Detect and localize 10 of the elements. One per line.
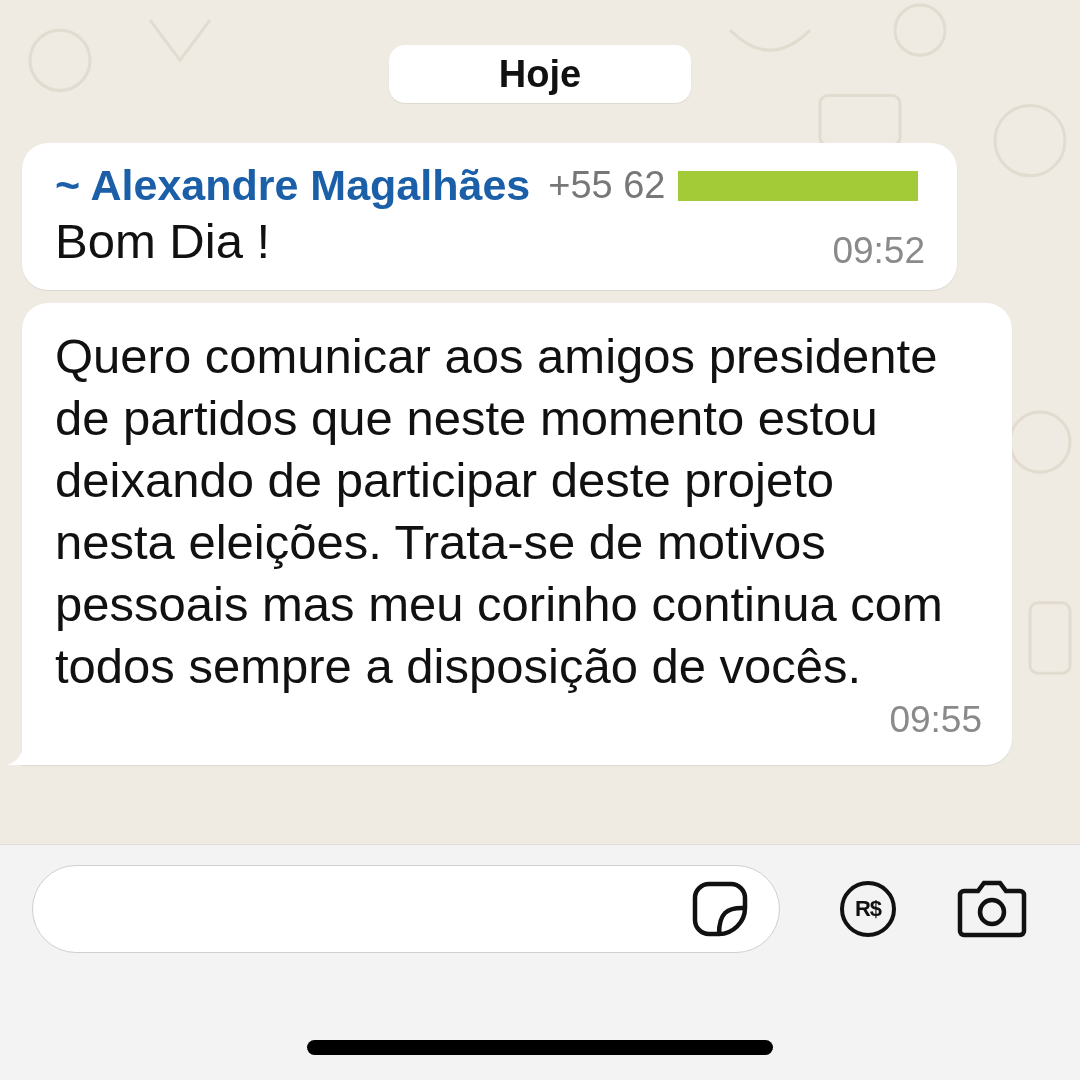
- payment-button[interactable]: R$: [840, 881, 896, 937]
- sticker-icon[interactable]: [691, 880, 749, 938]
- message-text: Bom Dia !: [55, 213, 271, 270]
- message-time: 09:52: [832, 230, 925, 272]
- phone-number: +55 62: [548, 164, 666, 207]
- message-time: 09:55: [889, 699, 982, 741]
- camera-icon[interactable]: [956, 879, 1028, 939]
- sender-name[interactable]: ~ Alexandre Magalhães: [55, 161, 531, 210]
- date-separator: Hoje: [389, 45, 691, 103]
- message-text: Quero comunicar aos amigos presidente de partidos que neste momento estou deixando de participar deste projeto nesta eleições. Trata-se de motivos pessoais mas meu corinho continua com todos sempre a disposição de vocês.: [55, 328, 944, 695]
